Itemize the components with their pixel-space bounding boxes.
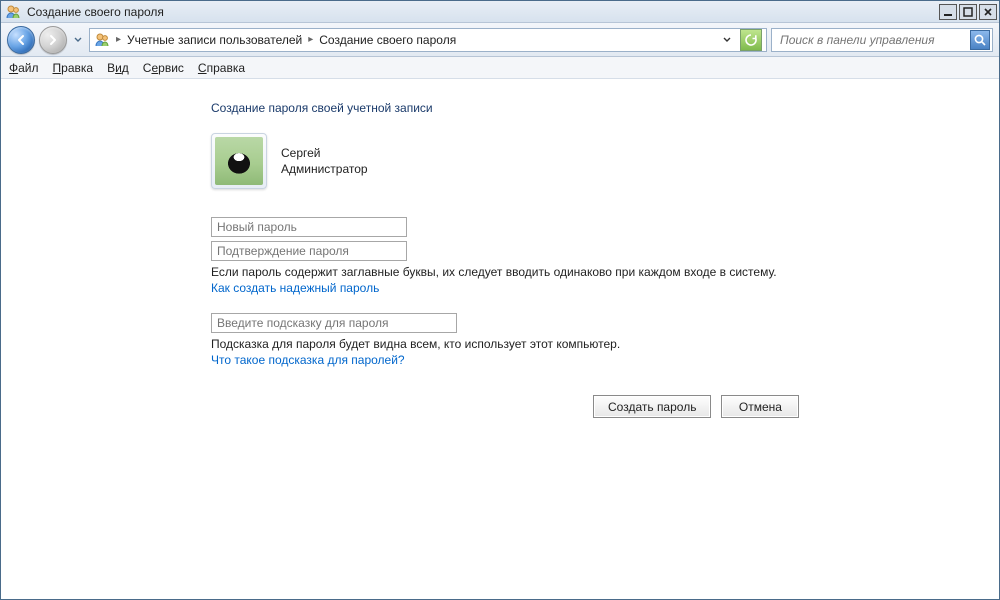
search-input[interactable]	[778, 32, 970, 48]
menu-help[interactable]: Справка	[198, 61, 245, 75]
breadcrumb-item[interactable]: Создание своего пароля	[319, 33, 456, 47]
user-picture-frame	[211, 133, 267, 189]
password-hint-input[interactable]	[211, 313, 457, 333]
menu-bar: Файл Правка Вид Сервис Справка	[1, 57, 999, 79]
page-heading: Создание пароля своей учетной записи	[211, 101, 999, 115]
nav-history-dropdown[interactable]	[71, 30, 85, 50]
chevron-right-icon[interactable]: ▸	[116, 34, 121, 45]
menu-tools[interactable]: Сервис	[143, 61, 184, 75]
user-info: Сергей Администратор	[281, 145, 368, 177]
window-title: Создание своего пароля	[27, 5, 933, 19]
address-bar[interactable]: ▸ Учетные записи пользователей ▸ Создани…	[89, 28, 767, 52]
refresh-button[interactable]	[740, 29, 762, 51]
strong-password-link[interactable]: Как создать надежный пароль	[211, 281, 999, 295]
new-password-input[interactable]	[211, 217, 407, 237]
hint-warning-text: Подсказка для пароля будет видна всем, к…	[211, 337, 999, 351]
back-button[interactable]	[7, 26, 35, 54]
user-role: Администратор	[281, 161, 368, 177]
menu-file[interactable]: Файл	[9, 61, 39, 75]
search-button[interactable]	[970, 30, 990, 50]
minimize-button[interactable]	[939, 4, 957, 20]
content-area: Создание пароля своей учетной записи Сер…	[1, 79, 999, 418]
address-dropdown-icon[interactable]	[722, 35, 732, 45]
password-hint-link[interactable]: Что такое подсказка для паролей?	[211, 353, 999, 367]
create-password-button[interactable]: Создать пароль	[593, 395, 711, 418]
menu-edit[interactable]: Правка	[53, 61, 94, 75]
title-bar: Создание своего пароля	[1, 1, 999, 23]
confirm-password-input[interactable]	[211, 241, 407, 261]
cancel-button[interactable]: Отмена	[721, 395, 799, 418]
button-row: Создать пароль Отмена	[593, 395, 999, 418]
forward-button[interactable]	[39, 26, 67, 54]
search-box[interactable]	[771, 28, 993, 52]
breadcrumb-item[interactable]: Учетные записи пользователей	[127, 33, 302, 47]
window-controls	[939, 4, 997, 20]
caps-warning-text: Если пароль содержит заглавные буквы, их…	[211, 265, 999, 279]
user-tile: Сергей Администратор	[211, 133, 999, 189]
maximize-button[interactable]	[959, 4, 977, 20]
user-name: Сергей	[281, 145, 368, 161]
close-button[interactable]	[979, 4, 997, 20]
menu-view[interactable]: Вид	[107, 61, 129, 75]
user-accounts-icon	[94, 32, 110, 48]
navigation-bar: ▸ Учетные записи пользователей ▸ Создани…	[1, 23, 999, 57]
chevron-right-icon[interactable]: ▸	[308, 34, 313, 45]
user-accounts-icon	[5, 4, 21, 20]
user-picture-icon	[215, 137, 263, 185]
